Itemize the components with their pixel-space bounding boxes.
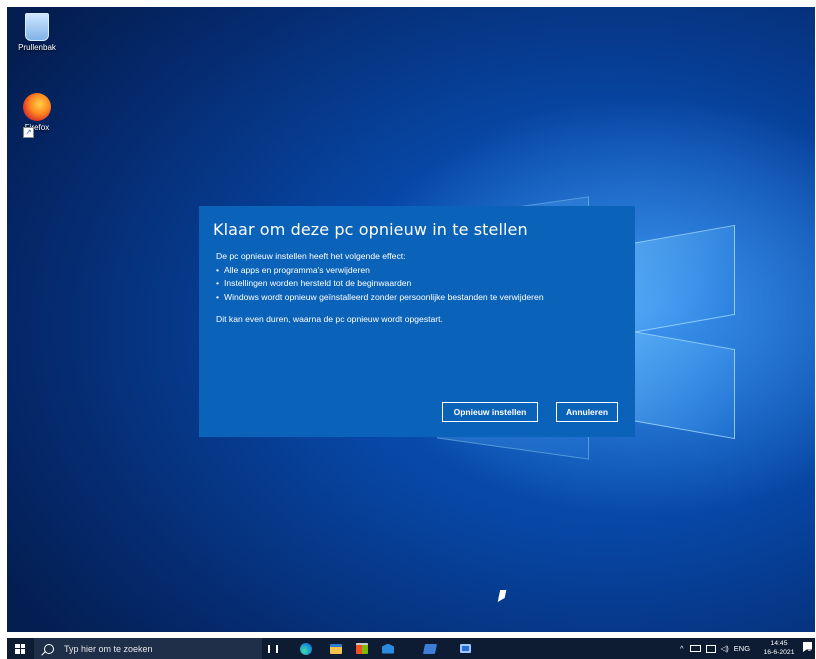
search-icon [44, 643, 54, 654]
file-explorer-button[interactable] [325, 638, 347, 659]
cancel-button[interactable]: Annuleren [555, 401, 619, 423]
photos-icon [422, 643, 438, 654]
mail-icon [382, 643, 394, 654]
firefox-icon [23, 93, 51, 121]
desktop-icon-label: Firefox [24, 123, 50, 132]
desktop-icon-label: Prullenbak [18, 43, 56, 52]
edge-icon [300, 642, 312, 655]
battery-icon[interactable] [689, 645, 701, 652]
list-item: Alle apps en programma's verwijderen [216, 264, 544, 278]
edge-button[interactable] [295, 638, 317, 659]
dialog-intro: De pc opnieuw instellen heeft het volgen… [216, 251, 406, 261]
dialog-note: Dit kan even duren, waarna de pc opnieuw… [216, 314, 443, 324]
recycle-bin-icon [25, 13, 49, 41]
photos-button[interactable] [419, 638, 441, 659]
search-placeholder: Typ hier om te zoeken [64, 643, 153, 654]
effect-list: Alle apps en programma's verwijderen Ins… [216, 264, 544, 305]
mail-button[interactable] [377, 638, 399, 659]
taskbar-search-box[interactable]: Typ hier om te zoeken [34, 638, 262, 659]
desktop-icon-recycle-bin[interactable]: Prullenbak [7, 13, 67, 52]
store-button[interactable] [351, 638, 373, 659]
show-hidden-icons-chevron-icon[interactable]: ^ [680, 644, 684, 653]
list-item: Instellingen worden hersteld tot de begi… [216, 277, 544, 291]
shortcut-arrow-icon: ↗ [23, 127, 34, 138]
taskbar-clock[interactable]: 14:45 16-6-2021 [761, 639, 797, 657]
input-language[interactable]: ENG [734, 644, 750, 653]
start-button[interactable] [9, 638, 31, 659]
list-item: Windows wordt opnieuw geïnstalleerd zond… [216, 291, 544, 305]
system-tray: ^ ◁) ENG [680, 638, 750, 659]
reset-button[interactable]: Opnieuw instellen [441, 401, 539, 423]
clock-date: 16-6-2021 [763, 649, 795, 656]
network-icon[interactable] [705, 644, 716, 653]
reset-pc-dialog: Klaar om deze pc opnieuw in te stellen D… [199, 206, 635, 437]
dialog-title: Klaar om deze pc opnieuw in te stellen [213, 220, 528, 239]
notification-count: 2 [808, 647, 812, 653]
app-icon [459, 644, 471, 653]
dialog-body: De pc opnieuw instellen heeft het volgen… [216, 250, 544, 327]
desktop-icon-firefox[interactable]: Firefox [7, 93, 67, 132]
windows-start-icon [15, 643, 25, 654]
store-icon [356, 643, 368, 654]
clock-time: 14:45 [770, 640, 788, 647]
file-explorer-icon [330, 643, 342, 654]
volume-icon[interactable]: ◁) [721, 644, 729, 653]
task-view-button[interactable] [262, 638, 284, 659]
taskbar: Typ hier om te zoeken ^ ◁) ENG 14:45 16-… [7, 638, 815, 659]
app-button[interactable] [454, 638, 476, 659]
task-view-icon [268, 644, 278, 653]
